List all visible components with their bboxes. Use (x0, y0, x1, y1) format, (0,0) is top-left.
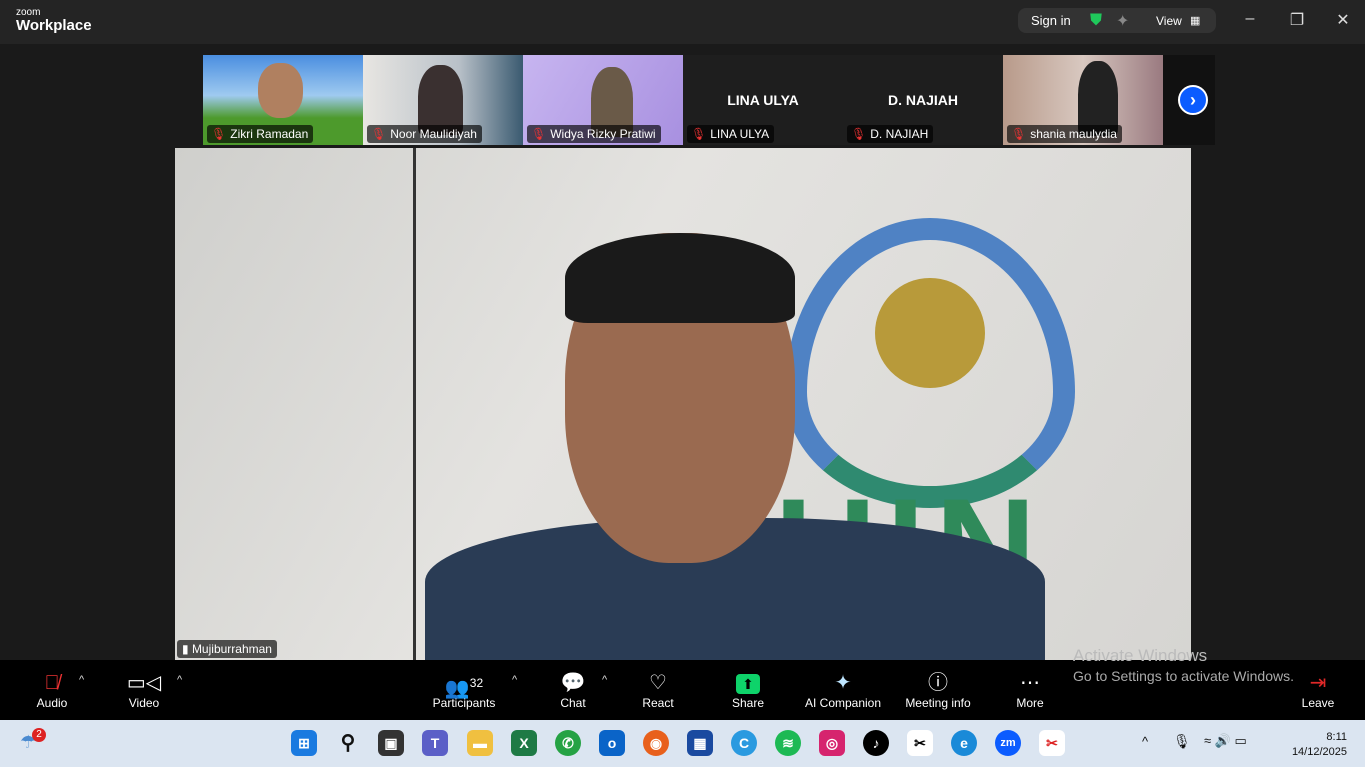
participant-display-name: LINA ULYA (727, 92, 799, 108)
mic-muted-icon: 🎙 (691, 127, 707, 141)
info-icon: ⓘ (928, 672, 948, 694)
title-bar: zoom Workplace Sign in ⛊ ✦ View ▦ – ❐ ✕ (0, 0, 1365, 44)
participant-video (258, 63, 303, 118)
more-icon: ⋯ (1020, 672, 1040, 694)
participant-tile[interactable]: 🎙 Zikri Ramadan (203, 55, 363, 145)
share-button[interactable]: ⬆ Share (732, 670, 764, 710)
start-icon[interactable]: ⊞ (291, 730, 317, 756)
participant-name: 🎙 Zikri Ramadan (207, 125, 314, 143)
firefox-icon[interactable]: ◉ (643, 730, 669, 756)
more-button[interactable]: ⋯ More (1016, 670, 1043, 710)
participant-tile[interactable]: 🎙 Widya Rizky Pratiwi (523, 55, 683, 145)
microphone-icon[interactable]: 🎙 (1173, 733, 1191, 750)
participant-tile[interactable]: LINA ULYA 🎙 LINA ULYA (683, 55, 843, 145)
participant-name: 🎙 shania maulydia (1007, 125, 1122, 143)
next-page-button[interactable]: › (1163, 55, 1215, 145)
windows-taskbar: ☂ 2 ⊞ ⚲ ▣ T ▬ X ✆ o ◉ ▦ C ≋ ◎ ♪ ✂ e zm ✂… (0, 720, 1365, 767)
mic-muted-icon: 🎙 (531, 127, 547, 141)
mic-muted-icon: 🎙 (371, 127, 387, 141)
store-icon[interactable]: ▦ (687, 730, 713, 756)
camera-icon: ▭◁ (126, 672, 162, 694)
leave-button[interactable]: ⇥ Leave (1302, 670, 1335, 710)
zoom-logo: zoom Workplace (16, 8, 92, 34)
whatsapp-icon[interactable]: ✆ (555, 730, 581, 756)
participants-button[interactable]: 👥32 Participants (433, 670, 496, 710)
logo-flower (875, 278, 985, 388)
video-button[interactable]: ▭◁ Video (127, 670, 161, 710)
edge-icon[interactable]: e (951, 730, 977, 756)
chat-icon: 💬 (560, 672, 586, 694)
outlook-icon[interactable]: o (599, 730, 625, 756)
participants-count: 32 (469, 676, 484, 690)
participant-tile[interactable]: 🎙 Noor Maulidiyah (363, 55, 523, 145)
restore-button[interactable]: ❐ (1287, 10, 1307, 30)
participant-name: 🎙 LINA ULYA (687, 125, 775, 143)
audio-button[interactable]: 🎙̸ Audio (37, 670, 68, 710)
ai-companion-button[interactable]: ✦ AI Companion (805, 670, 881, 710)
sparkle-icon[interactable]: ✦ (1116, 11, 1129, 31)
share-arrow-icon: ⬆ (736, 674, 760, 694)
capcut-icon[interactable]: ✂ (907, 730, 933, 756)
grid-icon: ▦ (1190, 15, 1201, 27)
signal-icon: ▮ (182, 642, 192, 656)
mic-muted-icon: 🎙 (1011, 127, 1027, 141)
speaker-hair (565, 233, 795, 323)
logo-big: Workplace (16, 17, 92, 34)
active-speaker-video: UIN ▮ Mujiburrahman (175, 148, 1191, 660)
close-button[interactable]: ✕ (1333, 10, 1353, 30)
file-explorer-icon[interactable]: ▬ (467, 730, 493, 756)
system-clock[interactable]: 8:11 14/12/2025 (1292, 730, 1347, 760)
spotify-icon[interactable]: ≋ (775, 730, 801, 756)
view-button[interactable]: View (1156, 14, 1182, 28)
shield-check-icon: ⛊ (1090, 11, 1103, 29)
task-view-icon[interactable]: ▣ (378, 730, 404, 756)
chat-options-caret[interactable]: ^ (602, 674, 607, 686)
snipping-tool-icon[interactable]: ✂ (1039, 730, 1065, 756)
teams-icon[interactable]: T (422, 730, 448, 756)
meeting-info-button[interactable]: ⓘ Meeting info (905, 670, 970, 710)
mic-muted-icon: 🎙 (211, 127, 227, 141)
audio-options-caret[interactable]: ^ (79, 674, 84, 686)
search-icon[interactable]: ⚲ (335, 730, 361, 756)
participant-name: 🎙 D. NAJIAH (847, 125, 934, 143)
react-button[interactable]: ♡ React (642, 670, 673, 710)
participant-tile[interactable]: D. NAJIAH 🎙 D. NAJIAH (843, 55, 1003, 145)
show-hidden-icons-chevron[interactable]: ^ (1142, 734, 1148, 749)
sign-in-button[interactable]: Sign in (1031, 13, 1071, 28)
notification-badge: 2 (32, 728, 46, 742)
wifi-volume-battery-icons[interactable]: ≈ 🔊 ▭ (1204, 733, 1247, 749)
leave-icon: ⇥ (1309, 672, 1327, 694)
wall-seam (413, 148, 416, 660)
chat-button[interactable]: 💬 Chat (560, 670, 585, 710)
participant-display-name: D. NAJIAH (887, 92, 958, 108)
canva-icon[interactable]: C (731, 730, 757, 756)
zoom-taskbar-icon[interactable]: zm (995, 730, 1021, 756)
heart-icon: ♡ (649, 672, 667, 694)
chevron-right-icon: › (1178, 85, 1208, 115)
instagram-icon[interactable]: ◎ (819, 730, 845, 756)
participant-name: 🎙 Widya Rizky Pratiwi (527, 125, 661, 143)
activate-windows-watermark: Activate Windows Go to Settings to activa… (1073, 646, 1294, 684)
tiktok-icon[interactable]: ♪ (863, 730, 889, 756)
sparkle-icon: ✦ (834, 672, 852, 694)
header-pill: Sign in ⛊ ✦ View ▦ (1018, 8, 1216, 33)
minimize-button[interactable]: – (1240, 10, 1260, 28)
speaker-name-label: ▮ Mujiburrahman (177, 640, 277, 658)
participant-name: 🎙 Noor Maulidiyah (367, 125, 482, 143)
video-options-caret[interactable]: ^ (177, 674, 182, 686)
participants-options-caret[interactable]: ^ (512, 674, 517, 686)
mic-muted-icon: 🎙 (851, 127, 867, 141)
participant-tile[interactable]: 🎙 shania maulydia (1003, 55, 1163, 145)
mic-muted-icon: 🎙̸ (44, 672, 60, 694)
excel-icon[interactable]: X (511, 730, 537, 756)
